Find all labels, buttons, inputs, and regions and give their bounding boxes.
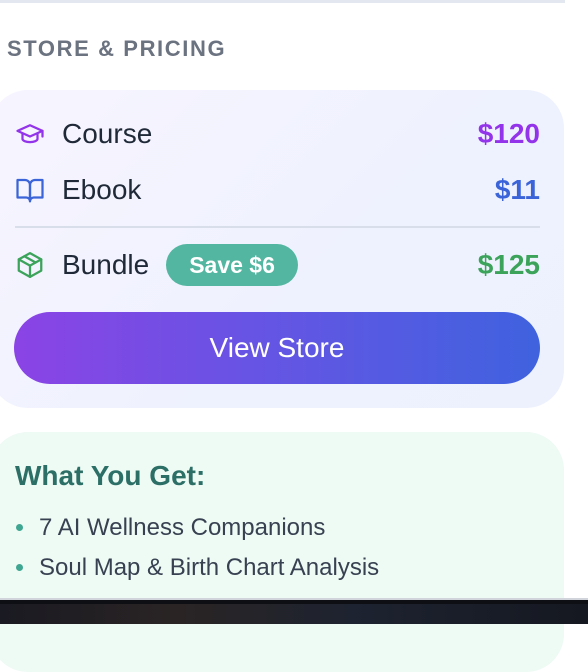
benefit-text: 7 AI Wellness Companions: [39, 514, 326, 541]
list-item: Soul Map & Birth Chart Analysis: [15, 550, 379, 590]
graduation-cap-icon: [14, 118, 46, 150]
course-price: $120: [477, 118, 540, 149]
save-badge: Save $6: [166, 244, 298, 286]
bundle-price: $125: [477, 249, 540, 280]
bottom-strip-image: [0, 604, 588, 624]
price-row-bundle[interactable]: Bundle Save $6 $125: [14, 244, 540, 286]
rows-divider: [15, 226, 540, 228]
benefits-list: 7 AI Wellness Companions Soul Map & Birt…: [15, 510, 379, 590]
bundle-label: Bundle: [62, 249, 150, 280]
price-row-ebook[interactable]: Ebook $11: [14, 170, 540, 210]
price-row-course[interactable]: Course $120: [14, 114, 540, 154]
package-icon: [14, 249, 46, 281]
bottom-strip: [0, 598, 588, 624]
bullet-icon: [16, 524, 23, 531]
list-item: 7 AI Wellness Companions: [15, 510, 379, 550]
bullet-icon: [16, 564, 23, 571]
benefit-text: Soul Map & Birth Chart Analysis: [39, 554, 380, 581]
benefits-heading: What You Get:: [15, 460, 206, 491]
top-divider: [0, 0, 565, 3]
book-open-icon: [14, 174, 46, 206]
course-label: Course: [62, 118, 153, 149]
bottom-strip-divider: [0, 598, 588, 600]
ebook-label: Ebook: [62, 174, 142, 205]
ebook-price: $11: [494, 174, 540, 205]
view-store-button[interactable]: View Store: [14, 312, 540, 384]
section-title: STORE & PRICING: [7, 36, 227, 61]
